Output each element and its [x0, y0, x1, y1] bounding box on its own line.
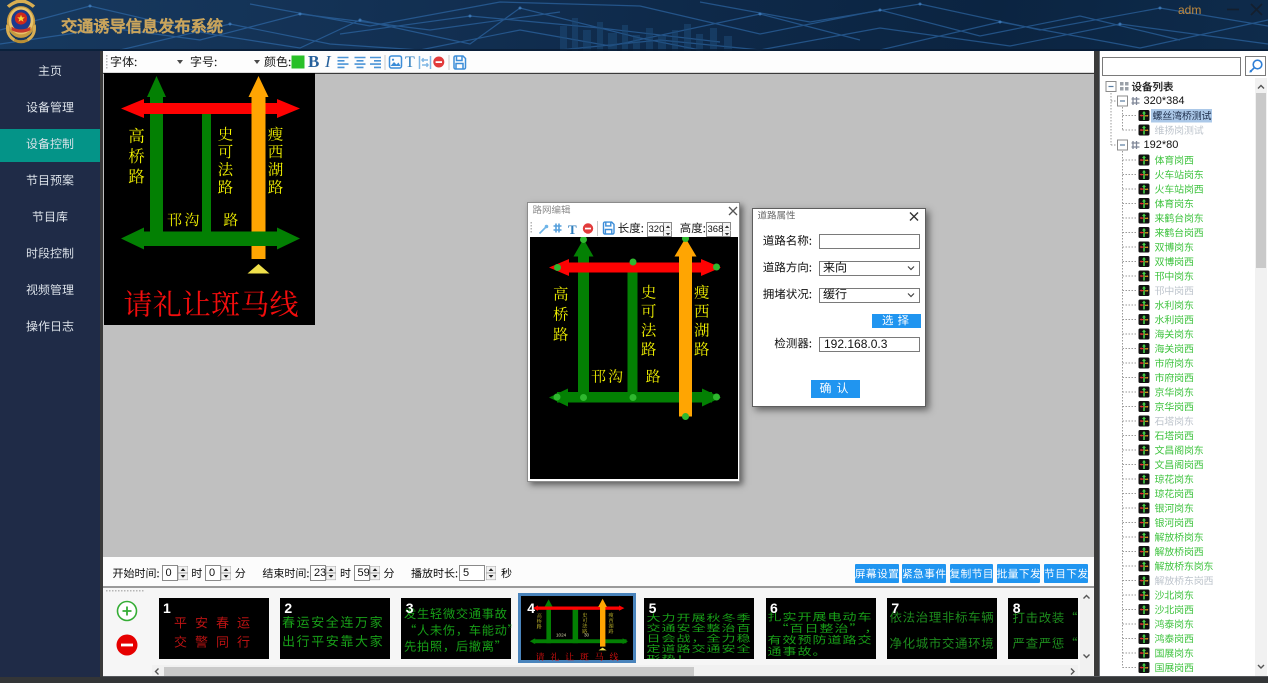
svg-text:T: T — [405, 54, 415, 71]
svg-text:1024: 1024 — [556, 633, 567, 638]
svg-text:T: T — [568, 222, 577, 237]
svg-text:30: 30 — [584, 633, 590, 638]
svg-text:B: B — [308, 52, 319, 71]
svg-text:I: I — [324, 52, 332, 71]
